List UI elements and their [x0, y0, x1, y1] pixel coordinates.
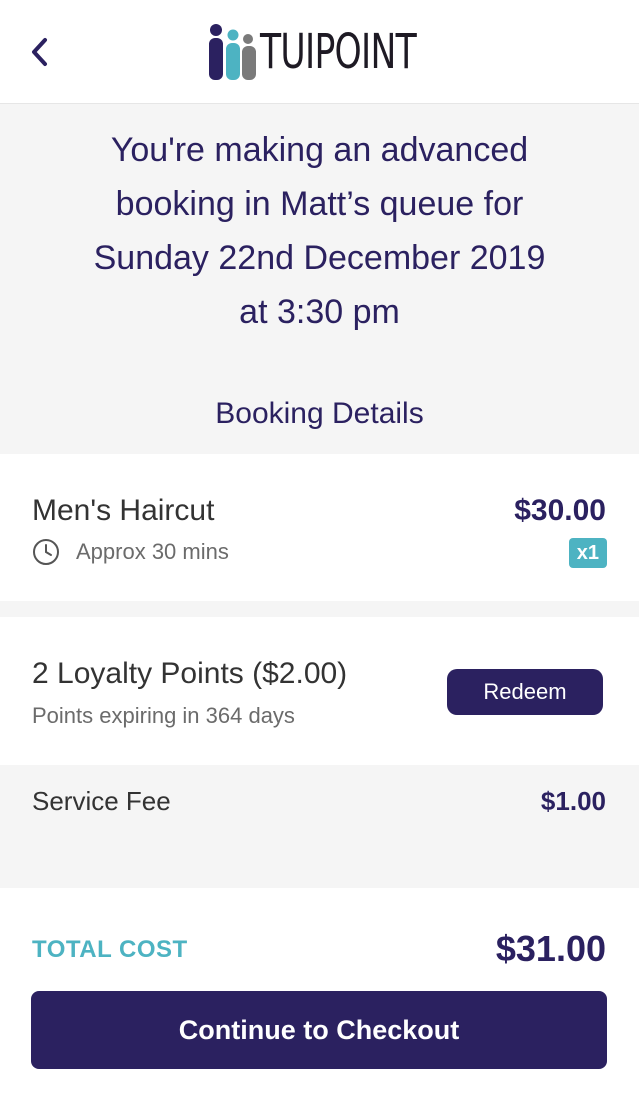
app-header: TUIPOINT	[0, 0, 639, 104]
logo-text: TUIPOINT	[260, 24, 417, 80]
booking-message-line: at 3:30 pm	[239, 293, 400, 331]
booking-intro: You're making an advanced booking in Mat…	[0, 105, 639, 453]
service-item: Men's Haircut Approx 30 mins $30.00 x1	[0, 454, 639, 601]
service-name: Men's Haircut	[32, 494, 215, 527]
booking-message-line: Sunday 22nd December 2019	[93, 239, 546, 277]
redeem-button[interactable]: Redeem	[447, 669, 603, 715]
service-fee-row: Service Fee $1.00	[0, 766, 639, 888]
booking-message-line: You're making an advanced	[110, 131, 529, 169]
checkout-footer: TOTAL COST $31.00 Continue to Checkout	[0, 888, 639, 1101]
booking-message-line: booking in Matt’s queue for	[115, 185, 524, 223]
service-price: $30.00	[514, 494, 606, 527]
total-cost-amount: $31.00	[495, 928, 606, 969]
tuipoint-logo-mark	[209, 24, 256, 80]
chevron-left-icon	[32, 38, 47, 66]
continue-to-checkout-button[interactable]: Continue to Checkout	[31, 991, 607, 1069]
service-fee-amount: $1.00	[540, 786, 606, 816]
clock-icon	[33, 539, 59, 565]
loyalty-points-expiry: Points expiring in 364 days	[32, 703, 295, 728]
service-fee-label: Service Fee	[32, 786, 171, 816]
back-button[interactable]	[24, 32, 54, 72]
tuipoint-logo: TUIPOINT	[208, 22, 477, 82]
total-cost-label: TOTAL COST	[32, 936, 188, 963]
loyalty-points-card: 2 Loyalty Points ($2.00) Points expiring…	[0, 617, 639, 765]
service-duration: Approx 30 mins	[32, 538, 229, 566]
booking-message: You're making an advanced booking in Mat…	[40, 123, 599, 339]
service-duration-text: Approx 30 mins	[76, 539, 229, 564]
booking-details-heading: Booking Details	[215, 397, 424, 430]
quantity-badge: x1	[568, 538, 607, 568]
loyalty-points-title: 2 Loyalty Points ($2.00)	[32, 657, 348, 690]
